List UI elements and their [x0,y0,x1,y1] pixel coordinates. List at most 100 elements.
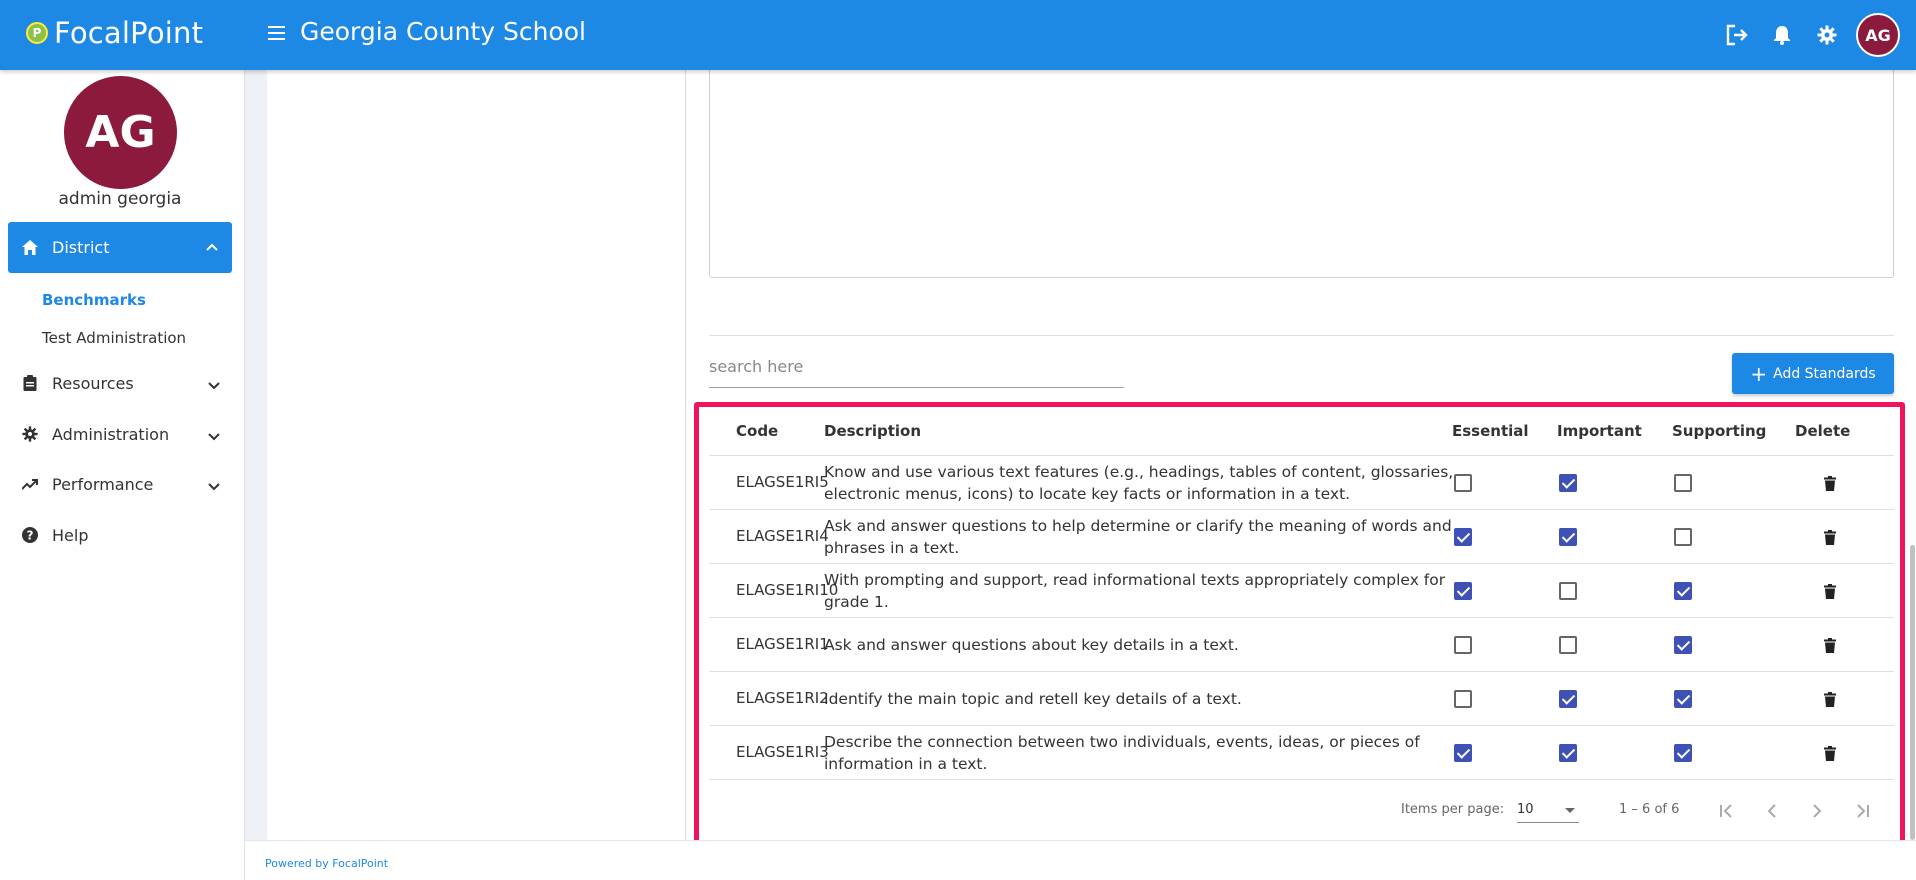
logout-icon[interactable] [1722,20,1752,50]
important-checkbox[interactable] [1559,636,1577,654]
chevron-down-icon [208,375,220,394]
sidebar-subitem-benchmarks[interactable]: Benchmarks [42,291,146,309]
trash-icon[interactable] [1824,638,1836,654]
standard-description: Describe the connection between two indi… [824,733,1420,773]
trash-icon[interactable] [1824,692,1836,708]
supporting-checkbox[interactable] [1674,474,1692,492]
supporting-checkbox[interactable] [1674,744,1692,762]
paginator: Items per page: 10 1 – 6 of 6 [709,780,1894,840]
header-description[interactable]: Description [824,422,921,440]
trash-icon[interactable] [1824,584,1836,600]
sidebar-item-label: District [52,238,110,257]
top-actions: AG [1707,13,1900,57]
dropdown-arrow-icon [1565,808,1575,813]
add-standards-label: Add Standards [1773,365,1876,382]
standard-description: Ask and answer questions about key detai… [824,636,1239,654]
sidebar-item-label: Performance [52,474,154,494]
app-name: FocalPoint [54,16,204,50]
user-name: admin georgia [58,189,182,209]
next-page-icon[interactable] [1802,796,1832,826]
items-per-page-value: 10 [1517,802,1534,817]
clipboard-icon [22,375,38,391]
header-supporting[interactable]: Supporting [1672,422,1766,440]
standard-code: ELAGSE1RI4 [736,527,829,545]
trash-icon[interactable] [1824,476,1836,492]
header-code[interactable]: Code [736,422,778,440]
top-app-bar: P FocalPoint Georgia County School AG [0,0,1916,70]
items-per-page-label: Items per page: [1401,802,1505,817]
standard-code: ELAGSE1RI5 [736,473,829,491]
gear-icon[interactable] [1812,20,1842,50]
powered-by-link[interactable]: Powered by FocalPoint [265,857,388,870]
add-standards-button[interactable]: + Add Standards [1732,353,1894,394]
standard-description: Ask and answer questions to help determi… [824,517,1452,557]
standard-code: ELAGSE1RI3 [736,743,829,761]
important-checkbox[interactable] [1559,474,1577,492]
important-checkbox[interactable] [1559,690,1577,708]
standards-table: Code Description Essential Important Sup… [709,413,1894,780]
sidebar-item-help[interactable]: ? Help [0,515,240,555]
table-header: Code Description Essential Important Sup… [709,413,1894,456]
important-checkbox[interactable] [1559,582,1577,600]
essential-checkbox[interactable] [1454,690,1472,708]
standard-code: ELAGSE1RI2 [736,689,829,707]
left-panel [267,70,686,840]
header-delete: Delete [1795,422,1851,440]
essential-checkbox[interactable] [1454,474,1472,492]
sidebar-subitem-test-administration[interactable]: Test Administration [42,329,186,347]
sidebar-item-resources[interactable]: Resources [0,363,240,403]
description-textarea[interactable] [709,70,1894,278]
sidebar-item-label: Resources [52,373,134,393]
footer [245,840,1916,880]
supporting-checkbox[interactable] [1674,582,1692,600]
sidebar: AG admin georgia District Benchmarks Tes… [0,70,245,880]
trash-icon[interactable] [1824,746,1836,762]
scrollbar[interactable] [1910,545,1915,840]
app-logo[interactable]: P FocalPoint [26,16,203,50]
sidebar-item-label: Help [52,525,89,545]
items-per-page-select[interactable]: 10 [1517,799,1579,823]
svg-text:?: ? [27,529,34,543]
avatar[interactable]: AG [1856,13,1900,57]
bell-icon[interactable] [1767,20,1797,50]
trash-icon[interactable] [1824,530,1836,546]
sidebar-item-administration[interactable]: Administration [0,414,240,454]
standard-description: With prompting and support, read informa… [824,571,1446,611]
table-row: ELAGSE1RI2 Identify the main topic and re… [709,672,1894,726]
supporting-checkbox[interactable] [1674,690,1692,708]
essential-checkbox[interactable] [1454,744,1472,762]
table-row: ELAGSE1RI5 Know and use various text feat… [709,456,1894,510]
sidebar-item-performance[interactable]: Performance [0,464,240,504]
important-checkbox[interactable] [1559,744,1577,762]
sidebar-item-district[interactable]: District [8,222,232,273]
page-range: 1 – 6 of 6 [1619,802,1680,817]
supporting-checkbox[interactable] [1674,528,1692,546]
table-row: ELAGSE1RI1 Ask and answer questions about… [709,618,1894,672]
last-page-icon[interactable] [1847,796,1877,826]
standard-description: Know and use various text features (e.g.… [824,463,1454,503]
standard-code: ELAGSE1RI10 [736,581,839,599]
hamburger-menu-icon[interactable] [268,26,285,40]
gear-icon [22,426,38,442]
essential-checkbox[interactable] [1454,636,1472,654]
header-essential[interactable]: Essential [1452,422,1529,440]
standard-code: ELAGSE1RI1 [736,635,829,653]
essential-checkbox[interactable] [1454,528,1472,546]
important-checkbox[interactable] [1559,528,1577,546]
chevron-down-icon [208,476,220,495]
trending-up-icon [22,476,38,492]
first-page-icon[interactable] [1712,796,1742,826]
divider [709,335,1894,336]
essential-checkbox[interactable] [1454,582,1472,600]
table-row: ELAGSE1RI4 Ask and answer questions to he… [709,510,1894,564]
table-body: ELAGSE1RI5 Know and use various text feat… [709,456,1894,780]
search-input[interactable]: search here [709,352,1124,388]
home-icon [22,240,38,255]
school-title: Georgia County School [300,17,586,46]
sidebar-item-label: Administration [52,424,170,444]
previous-page-icon[interactable] [1757,796,1787,826]
supporting-checkbox[interactable] [1674,636,1692,654]
header-important[interactable]: Important [1557,422,1642,440]
chevron-down-icon [208,426,220,445]
plus-icon: + [1750,361,1768,386]
